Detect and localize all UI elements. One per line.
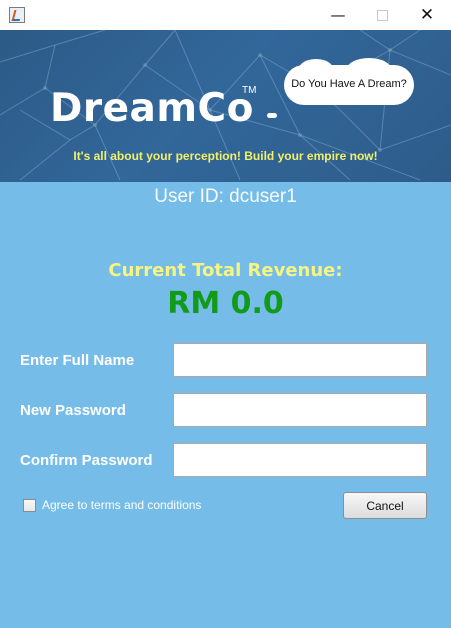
agree-checkbox[interactable] — [23, 499, 36, 512]
new-password-label: New Password — [20, 402, 126, 419]
full-name-label: Enter Full Name — [20, 352, 135, 369]
revenue-label: Current Total Revenue: — [108, 260, 343, 281]
minimize-icon: — — [330, 6, 346, 24]
thought-cloud: Do You Have A Dream? — [285, 58, 413, 104]
header-banner: DreamCo TM Do You Have A Dream? It's all… — [0, 30, 451, 182]
maximize-icon — [376, 9, 388, 21]
trademark-symbol: TM — [242, 85, 257, 96]
close-icon: ✕ — [419, 5, 435, 25]
dreamco-logo: DreamCo — [50, 86, 254, 131]
maximize-button — [359, 0, 405, 30]
revenue-value: RM 0.0 — [167, 286, 284, 321]
new-password-field[interactable] — [173, 393, 427, 427]
cancel-button[interactable]: Cancel — [343, 492, 427, 519]
agree-terms-label[interactable]: Agree to terms and conditions — [42, 498, 201, 512]
confirm-password-field[interactable] — [173, 443, 427, 477]
small-cloud-dot — [267, 113, 277, 118]
banner-tagline: It's all about your perception! Build yo… — [73, 149, 378, 163]
minimize-button[interactable]: — — [315, 0, 361, 30]
title-bar: — ✕ — [0, 0, 451, 30]
close-button[interactable]: ✕ — [404, 0, 450, 30]
cloud-text: Do You Have A Dream? — [291, 78, 407, 90]
full-name-field[interactable] — [173, 343, 427, 377]
confirm-password-label: Confirm Password — [20, 452, 153, 469]
java-cup-icon — [9, 7, 25, 23]
user-id-label: User ID: dcuser1 — [154, 186, 297, 207]
